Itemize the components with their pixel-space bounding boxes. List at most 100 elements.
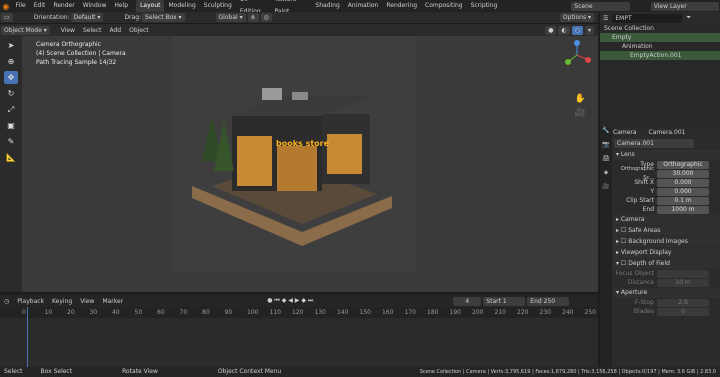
jump-end-icon[interactable]: ⏭ — [308, 297, 313, 304]
orientation-dropdown[interactable]: Default ▾ — [70, 13, 104, 22]
section-background-images-header[interactable]: ▸ ☐ Background Images — [613, 237, 720, 247]
tab-animation[interactable]: Animation — [344, 0, 383, 12]
viewport-menu-object[interactable]: Object — [125, 27, 153, 34]
start-frame-field[interactable]: Start 1 — [483, 296, 526, 306]
view-layer-selector[interactable]: View Layer — [650, 1, 720, 11]
object-data-tab-icon[interactable]: 🎥 — [600, 183, 612, 197]
camera-view-icon[interactable]: 🎥 — [575, 108, 586, 118]
outliner-row-animation[interactable]: Animation — [600, 42, 720, 51]
orientation-value: Default — [73, 14, 96, 21]
tab-rendering[interactable]: Rendering — [382, 0, 421, 12]
options-dropdown[interactable]: Options ▾ — [559, 13, 594, 22]
proportional-edit-icon[interactable]: ◎ — [260, 13, 272, 22]
current-frame-field[interactable]: 4 — [453, 296, 482, 306]
jump-start-icon[interactable]: ⏮ — [274, 297, 279, 304]
clip-start-label: Clip Start — [626, 197, 654, 204]
drag-dropdown[interactable]: Select Box ▾ — [142, 13, 185, 22]
outliner-row-scene-collection[interactable]: Scene Collection — [600, 24, 720, 33]
section-depth-of-field-header[interactable]: ▾ ☐ Depth of Field — [613, 259, 720, 269]
end-frame-field[interactable]: End 250 — [527, 296, 570, 306]
properties-body: Camera Camera.001 Camera.001 ▾ Lens Type… — [613, 127, 720, 367]
snap-icon[interactable]: ⋔ — [247, 13, 259, 22]
prev-key-icon[interactable]: ◆ — [282, 297, 287, 304]
clip-end-field[interactable]: 1000 m — [657, 205, 709, 214]
render-tab-icon[interactable]: 📷 — [600, 141, 612, 155]
lens-type-dropdown[interactable]: Orthographic — [657, 160, 709, 169]
cursor-tool-icon[interactable]: ⊕ — [4, 55, 18, 68]
shift-y-label: Y — [650, 188, 654, 195]
select-mode-icon[interactable]: ▭ — [1, 13, 13, 22]
transform-space-dropdown[interactable]: Global ▾ — [215, 13, 246, 22]
outliner-search-field[interactable]: EMPT — [612, 13, 683, 23]
viewport-menu-view[interactable]: View — [57, 27, 79, 34]
next-key-icon[interactable]: ◆ — [301, 297, 306, 304]
tab-shading[interactable]: Shading — [311, 0, 343, 12]
distance-field[interactable]: 10 m — [657, 278, 709, 287]
tab-modeling[interactable]: Modeling — [164, 0, 199, 12]
timeline-ruler[interactable]: 0 10 20 30 40 50 60 70 80 90 100 110 120 130 140 150 160… — [0, 307, 598, 318]
tab-layout[interactable]: Layout — [136, 0, 165, 12]
timeline-menu-keying[interactable]: Keying — [48, 298, 76, 305]
playhead[interactable] — [27, 307, 28, 367]
tab-sculpting[interactable]: Sculpting — [200, 0, 236, 12]
tool-tab-icon[interactable]: 🔧 — [600, 127, 612, 141]
view-layer-name: View Layer — [653, 2, 687, 10]
viewport-menu-add[interactable]: Add — [105, 27, 125, 34]
ortho-scale-field[interactable]: 30.000 — [657, 169, 709, 178]
menu-window[interactable]: Window — [79, 0, 111, 12]
pan-hand-icon[interactable]: ✋ — [575, 94, 586, 104]
blades-field[interactable]: 0 — [657, 307, 709, 316]
viewport-shading-rendered-icon[interactable]: ○ — [571, 25, 583, 35]
move-tool-icon[interactable]: ✥ — [4, 71, 18, 84]
timeline-tick-label: 210 — [494, 309, 506, 316]
section-aperture-header[interactable]: ▾ Aperture — [613, 288, 720, 298]
outliner-type-icon[interactable]: ☰ — [600, 15, 611, 22]
annotate-tool-icon[interactable]: ✎ — [4, 135, 18, 148]
scale-tool-icon[interactable]: ⤢ — [4, 103, 18, 116]
rotate-tool-icon[interactable]: ↻ — [4, 87, 18, 100]
shading-options-icon[interactable]: ▾ — [584, 25, 594, 35]
safe-areas-title: Safe Areas — [628, 227, 661, 234]
play-reverse-icon[interactable]: ◀ — [288, 297, 293, 304]
shift-y-field[interactable]: 0.000 — [657, 187, 709, 196]
viewport-shading-material-icon[interactable]: ◐ — [558, 25, 570, 35]
fstop-field[interactable]: 2.8 — [657, 298, 709, 307]
output-tab-icon[interactable]: 🖨 — [600, 155, 612, 169]
section-viewport-display-header[interactable]: ▸ Viewport Display — [613, 248, 720, 258]
scene-selector[interactable]: Scene — [571, 1, 630, 11]
timeline-menu-view[interactable]: View — [76, 298, 98, 305]
tab-scripting[interactable]: Scripting — [467, 0, 502, 12]
menu-help[interactable]: Help — [110, 0, 132, 12]
tab-compositing[interactable]: Compositing — [421, 0, 467, 12]
focus-object-field[interactable] — [657, 269, 709, 278]
camera-datablock-field[interactable]: Camera.001 — [614, 139, 694, 148]
navigation-gizmo[interactable] — [562, 40, 592, 88]
play-icon[interactable]: ▶ — [295, 297, 300, 304]
outliner-row-action[interactable]: EmptyAction.001 — [600, 51, 720, 60]
section-camera-header[interactable]: ▸ Camera — [613, 215, 720, 225]
focus-object-row: Focus Object — [613, 269, 720, 278]
menu-render[interactable]: Render — [49, 0, 78, 12]
select-tool-icon[interactable]: ➤ — [4, 39, 18, 52]
measure-tool-icon[interactable]: 📐 — [4, 151, 18, 164]
menu-edit[interactable]: Edit — [30, 0, 50, 12]
outliner-row-empty[interactable]: Empty — [600, 33, 720, 42]
section-safe-areas-header[interactable]: ▸ ☐ Safe Areas — [613, 226, 720, 236]
shift-x-field[interactable]: 0.000 — [657, 178, 709, 187]
object-mode-dropdown[interactable]: Object Mode ▾ — [1, 25, 50, 35]
timeline-menu-playback[interactable]: Playback — [13, 298, 48, 305]
filter-icon[interactable]: ⏷ — [683, 14, 694, 22]
viewport-menu-select[interactable]: Select — [79, 27, 106, 34]
menu-file[interactable]: File — [12, 0, 30, 12]
clip-start-field[interactable]: 0.1 m — [657, 196, 709, 205]
section-lens-header[interactable]: ▾ Lens — [613, 150, 720, 160]
blender-logo-icon[interactable]: ◉ — [0, 2, 12, 11]
scene-tab-icon[interactable]: ◈ — [600, 169, 612, 183]
viewport-shading-solid-icon[interactable]: ● — [545, 25, 557, 35]
record-icon[interactable]: ● — [267, 297, 272, 304]
outliner-scene-collection-label: Scene Collection — [604, 25, 654, 32]
outliner-animation-label: Animation — [622, 43, 653, 50]
timeline-menu-marker[interactable]: Marker — [98, 298, 127, 305]
timeline-editor-type-icon[interactable]: ◷ — [0, 298, 13, 305]
transform-tool-icon[interactable]: ▣ — [4, 119, 18, 132]
